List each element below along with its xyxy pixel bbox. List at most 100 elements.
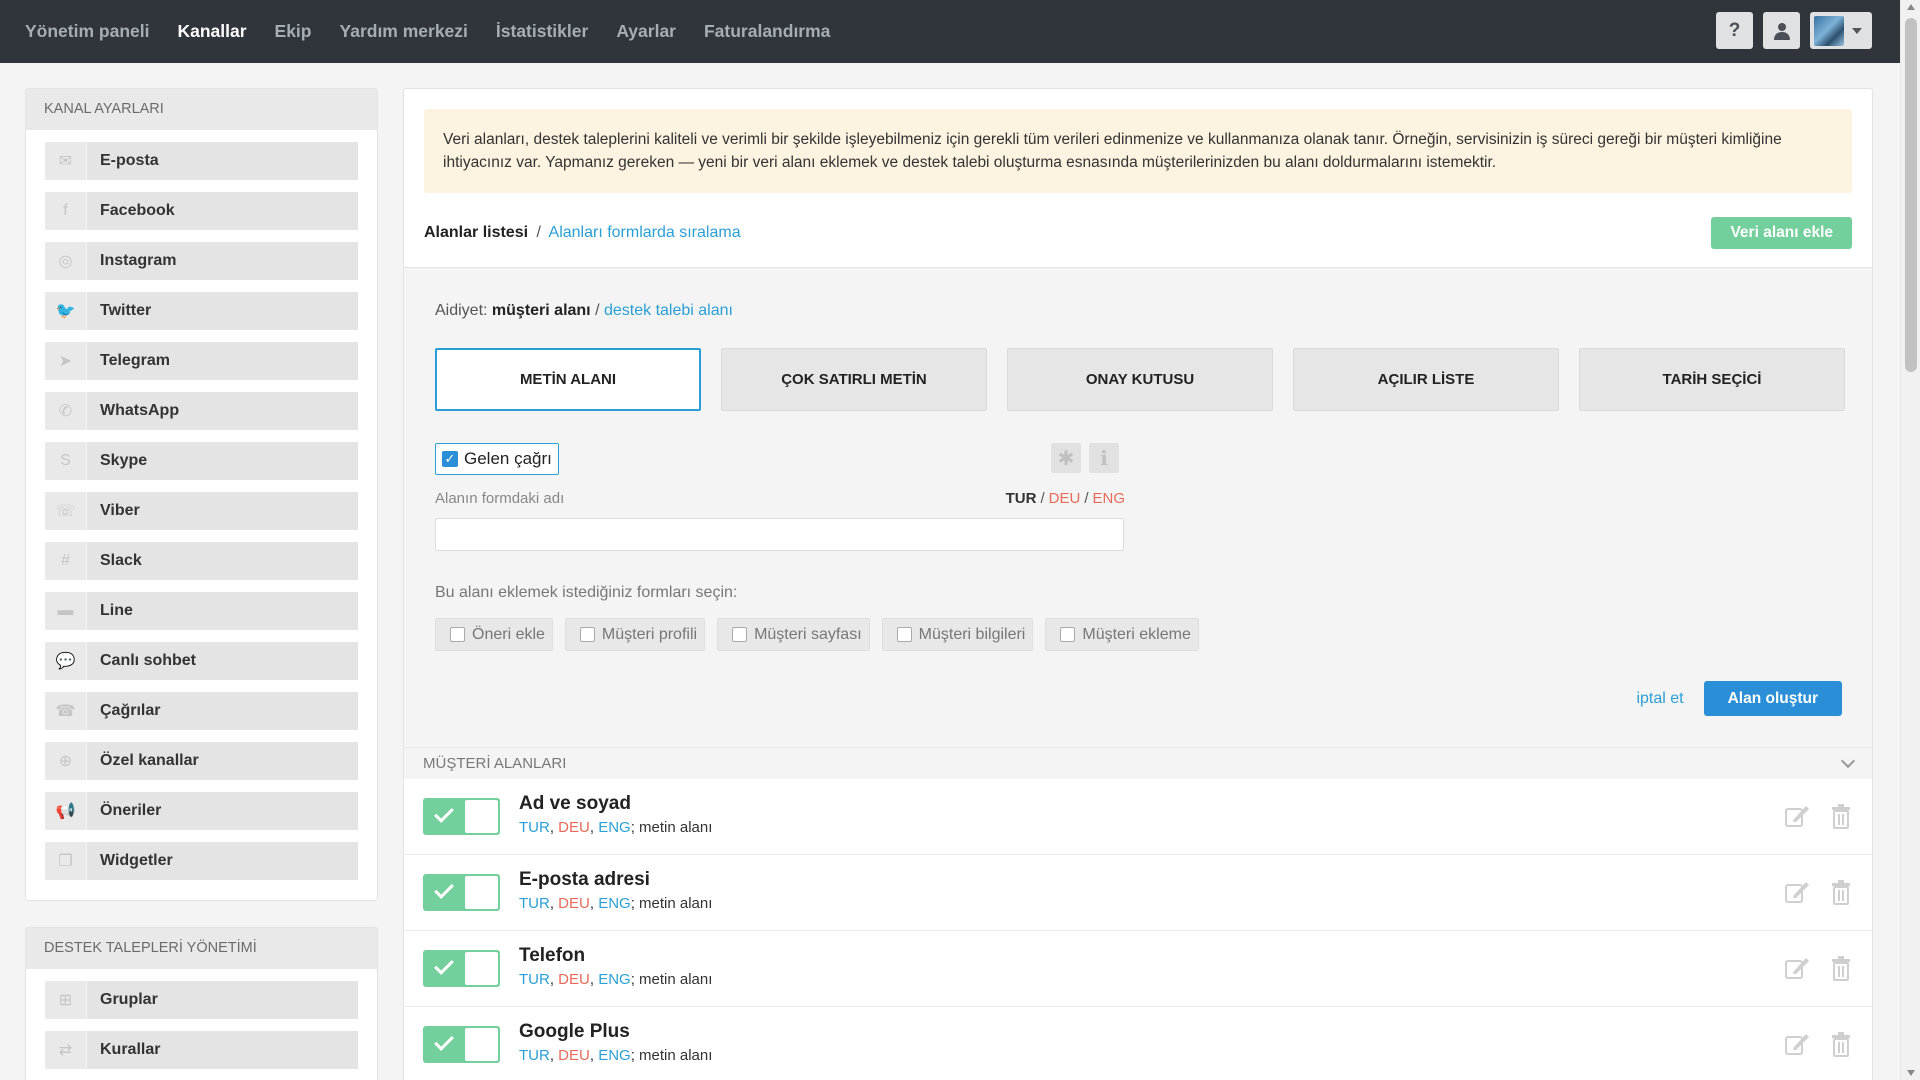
- sidebar-item-instagram[interactable]: ◎ Instagram: [45, 242, 358, 280]
- form-option-add-suggestion[interactable]: Öneri ekle: [435, 618, 553, 651]
- form-option-label: Müşteri bilgileri: [918, 625, 1026, 643]
- account-menu-button[interactable]: [1810, 12, 1872, 49]
- form-option-customer-info[interactable]: Müşteri bilgileri: [881, 618, 1034, 651]
- channel-settings-panel: KANAL AYARLARI ✉ E-posta f Facebook ◎ Instagr…: [25, 88, 378, 901]
- type-text-field[interactable]: METİN ALANI: [435, 348, 701, 411]
- table-row: Ad ve soyad TUR, DEU, ENG; metin alanı: [404, 779, 1872, 855]
- main-nav: Yönetim paneli Kanallar Ekip Yardım merk…: [0, 21, 858, 42]
- nav-statistics[interactable]: İstatistikler: [496, 21, 588, 42]
- nav-dashboard[interactable]: Yönetim paneli: [25, 21, 149, 42]
- toggle-knob: [465, 800, 498, 833]
- trash-icon[interactable]: [1828, 879, 1854, 905]
- edit-icon[interactable]: [1784, 879, 1810, 905]
- sidebar-item-gruplar[interactable]: ⊞ Gruplar: [45, 981, 358, 1019]
- type-dropdown[interactable]: AÇILIR LİSTE: [1293, 348, 1559, 411]
- breadcrumb-row: Alanlar listesi / Alanları formlarda sır…: [404, 217, 1872, 249]
- add-data-field-button[interactable]: Veri alanı ekle: [1711, 217, 1852, 249]
- row-actions: [1784, 879, 1854, 905]
- scroll-down-arrow-icon[interactable]: [1907, 1070, 1915, 1076]
- caret-down-icon: [1852, 27, 1862, 34]
- sidebar-item-kurallar[interactable]: ⇄ Kurallar: [45, 1031, 358, 1069]
- required-asterisk-icon[interactable]: ✱: [1051, 443, 1081, 473]
- form-option-customer-profile[interactable]: Müşteri profili: [564, 618, 706, 651]
- form-option-add-customer[interactable]: Müşteri ekleme: [1045, 618, 1199, 651]
- breadcrumb-link-sort-fields[interactable]: Alanları formlarda sıralama: [549, 224, 741, 241]
- sidebar-item-özel-kanallar[interactable]: ⊕ Özel kanallar: [45, 742, 358, 780]
- sidebar-item-facebook[interactable]: f Facebook: [45, 192, 358, 230]
- scrollbar-thumb[interactable]: [1905, 18, 1917, 372]
- sidebar-item-skype[interactable]: S Skype: [45, 442, 358, 480]
- field-enabled-toggle[interactable]: [423, 798, 500, 835]
- checkbox-icon: [732, 627, 748, 642]
- sidebar-item-viber[interactable]: ☏ Viber: [45, 492, 358, 530]
- sidebar-item-label: Gruplar: [86, 981, 358, 1019]
- sidebar-item-label: Widgetler: [86, 842, 358, 880]
- check-icon: ✓: [442, 451, 458, 467]
- form-option-customer-page[interactable]: Müşteri sayfası: [717, 618, 870, 651]
- ticket-management-title: DESTEK TALEPLERİ YÖNETİMİ: [26, 928, 377, 969]
- sidebar-item-slack[interactable]: # Slack: [45, 542, 358, 580]
- help-button[interactable]: ?: [1716, 12, 1753, 49]
- sidebar-item-çağrılar[interactable]: ☎ Çağrılar: [45, 692, 358, 730]
- info-icon[interactable]: i: [1089, 443, 1119, 473]
- lang-eng[interactable]: ENG: [1092, 490, 1125, 507]
- comma: ,: [549, 1047, 559, 1064]
- field-meta: TUR, DEU, ENG; metin alanı: [519, 895, 712, 912]
- incoming-call-checkbox[interactable]: ✓ Gelen çağrı: [435, 443, 559, 475]
- nav-channels[interactable]: Kanallar: [177, 21, 246, 42]
- type-multiline-text[interactable]: ÇOK SATIRLI METİN: [721, 348, 987, 411]
- ticket-management-panel: DESTEK TALEPLERİ YÖNETİMİ ⊞ Gruplar ⇄ Kural…: [25, 927, 378, 1080]
- sidebar-item-telegram[interactable]: ➤ Telegram: [45, 342, 358, 380]
- lang-tur[interactable]: TUR: [1006, 490, 1037, 507]
- nav-team[interactable]: Ekip: [275, 21, 312, 42]
- sidebar-item-label: E-posta: [86, 142, 358, 180]
- page-scrollbar[interactable]: [1900, 0, 1920, 1080]
- sidebar-item-line[interactable]: ▬ Line: [45, 592, 358, 630]
- customer-fields-header[interactable]: MÜŞTERİ ALANLARI: [404, 747, 1872, 779]
- type-checkbox[interactable]: ONAY KUTUSU: [1007, 348, 1273, 411]
- sidebar-item-label: Line: [86, 592, 358, 630]
- sidebar-item-canlı-sohbet[interactable]: 💬 Canlı sohbet: [45, 642, 358, 680]
- ownership-customer-field[interactable]: müşteri alanı: [492, 302, 591, 319]
- toggle-knob: [465, 876, 498, 909]
- profile-button[interactable]: [1763, 12, 1800, 49]
- edit-icon[interactable]: [1784, 803, 1810, 829]
- sidebar-item-label: Slack: [86, 542, 358, 580]
- sidebar-item-e-posta[interactable]: ✉ E-posta: [45, 142, 358, 180]
- sidebar-item-whatsapp[interactable]: ✆ WhatsApp: [45, 392, 358, 430]
- field-enabled-toggle[interactable]: [423, 1026, 500, 1063]
- instagram-icon: ◎: [58, 253, 73, 270]
- scroll-up-arrow-icon[interactable]: [1907, 4, 1915, 10]
- type-date-picker[interactable]: TARİH SEÇİCİ: [1579, 348, 1845, 411]
- field-name: Telefon: [519, 945, 586, 966]
- ownership-label: Aidiyet:: [435, 302, 488, 319]
- trash-icon[interactable]: [1828, 803, 1854, 829]
- field-lang-deu: DEU: [558, 1047, 590, 1064]
- sidebar-item-label: Öneriler: [86, 792, 358, 830]
- edit-icon[interactable]: [1784, 1031, 1810, 1057]
- nav-billing[interactable]: Faturalandırma: [704, 21, 830, 42]
- field-enabled-toggle[interactable]: [423, 874, 500, 911]
- field-name-input[interactable]: [435, 518, 1124, 551]
- trash-icon[interactable]: [1828, 1031, 1854, 1057]
- chevron-down-icon: [1840, 753, 1856, 769]
- create-field-button[interactable]: Alan oluştur: [1703, 681, 1842, 716]
- field-enabled-toggle[interactable]: [423, 950, 500, 987]
- megaphone-icon: 📢: [55, 803, 76, 820]
- top-actions: ?: [1716, 12, 1872, 49]
- form-option-label: Müşteri ekleme: [1082, 625, 1191, 643]
- lang-deu[interactable]: DEU: [1049, 490, 1081, 507]
- checkbox-icon: [450, 627, 465, 642]
- nav-settings[interactable]: Ayarlar: [616, 21, 676, 42]
- edit-icon[interactable]: [1784, 955, 1810, 981]
- trash-icon[interactable]: [1828, 955, 1854, 981]
- cancel-link[interactable]: iptal et: [1636, 690, 1683, 708]
- field-name: Ad ve soyad: [519, 793, 631, 814]
- sidebar-item-twitter[interactable]: 🐦 Twitter: [45, 292, 358, 330]
- nav-help-center[interactable]: Yardım merkezi: [340, 21, 468, 42]
- field-lang-tur: TUR: [519, 819, 550, 836]
- ownership-ticket-field[interactable]: destek talebi alanı: [604, 302, 733, 319]
- sidebar-item-widgetler[interactable]: ❒ Widgetler: [45, 842, 358, 880]
- sidebar-item-öneriler[interactable]: 📢 Öneriler: [45, 792, 358, 830]
- sidebar-item-label: Skype: [86, 442, 358, 480]
